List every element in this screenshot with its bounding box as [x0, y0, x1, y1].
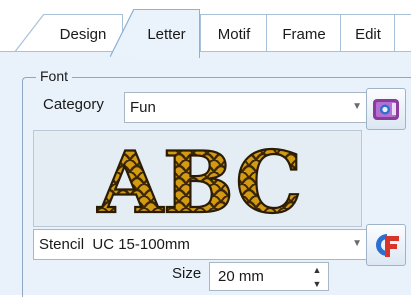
spin-buttons[interactable]: ▲ ▼	[310, 265, 324, 289]
tab-motif[interactable]: Motif	[200, 14, 268, 53]
tab-motif-label: Motif	[217, 25, 251, 43]
tab-letter-label: Letter	[147, 25, 186, 43]
category-label: Category	[43, 96, 104, 113]
photo-browse-icon	[373, 99, 399, 120]
font-value: Stencil UC 15-100mm	[39, 236, 190, 253]
tab-frame[interactable]: Frame	[266, 14, 342, 53]
size-value: 20 mm	[218, 268, 264, 285]
font-select[interactable]: Stencil UC 15-100mm ▼	[33, 229, 369, 260]
spin-up-icon[interactable]: ▲	[313, 265, 322, 275]
tab-edit-label: Edit	[355, 25, 381, 43]
size-spinner[interactable]: 20 mm ▲ ▼	[209, 262, 329, 291]
font-preview: ABC	[33, 130, 362, 227]
chevron-down-icon: ▼	[352, 101, 362, 112]
tab-edit[interactable]: Edit	[340, 14, 396, 53]
preview-text: ABC	[96, 136, 302, 222]
custom-font-button[interactable]	[366, 224, 406, 266]
custom-font-icon	[376, 234, 399, 257]
spin-down-icon[interactable]: ▼	[313, 279, 322, 289]
tab-design-slant	[14, 14, 44, 53]
tab-frame-label: Frame	[282, 25, 326, 43]
font-group-legend: Font	[36, 68, 73, 86]
tab-overflow[interactable]	[394, 14, 411, 53]
size-label: Size	[172, 265, 202, 282]
tab-letter-slant	[110, 9, 134, 57]
tab-letter[interactable]: Letter	[134, 9, 200, 58]
font-preview-image: ABC	[95, 136, 303, 222]
category-browse-button[interactable]	[366, 88, 406, 130]
chevron-down-icon: ▼	[352, 238, 362, 249]
category-value: Fun	[130, 99, 156, 116]
tab-design-label: Design	[59, 25, 107, 43]
category-select[interactable]: Fun ▼	[124, 92, 369, 123]
tab-strip: Design Letter Motif Frame Edit	[0, 0, 411, 58]
